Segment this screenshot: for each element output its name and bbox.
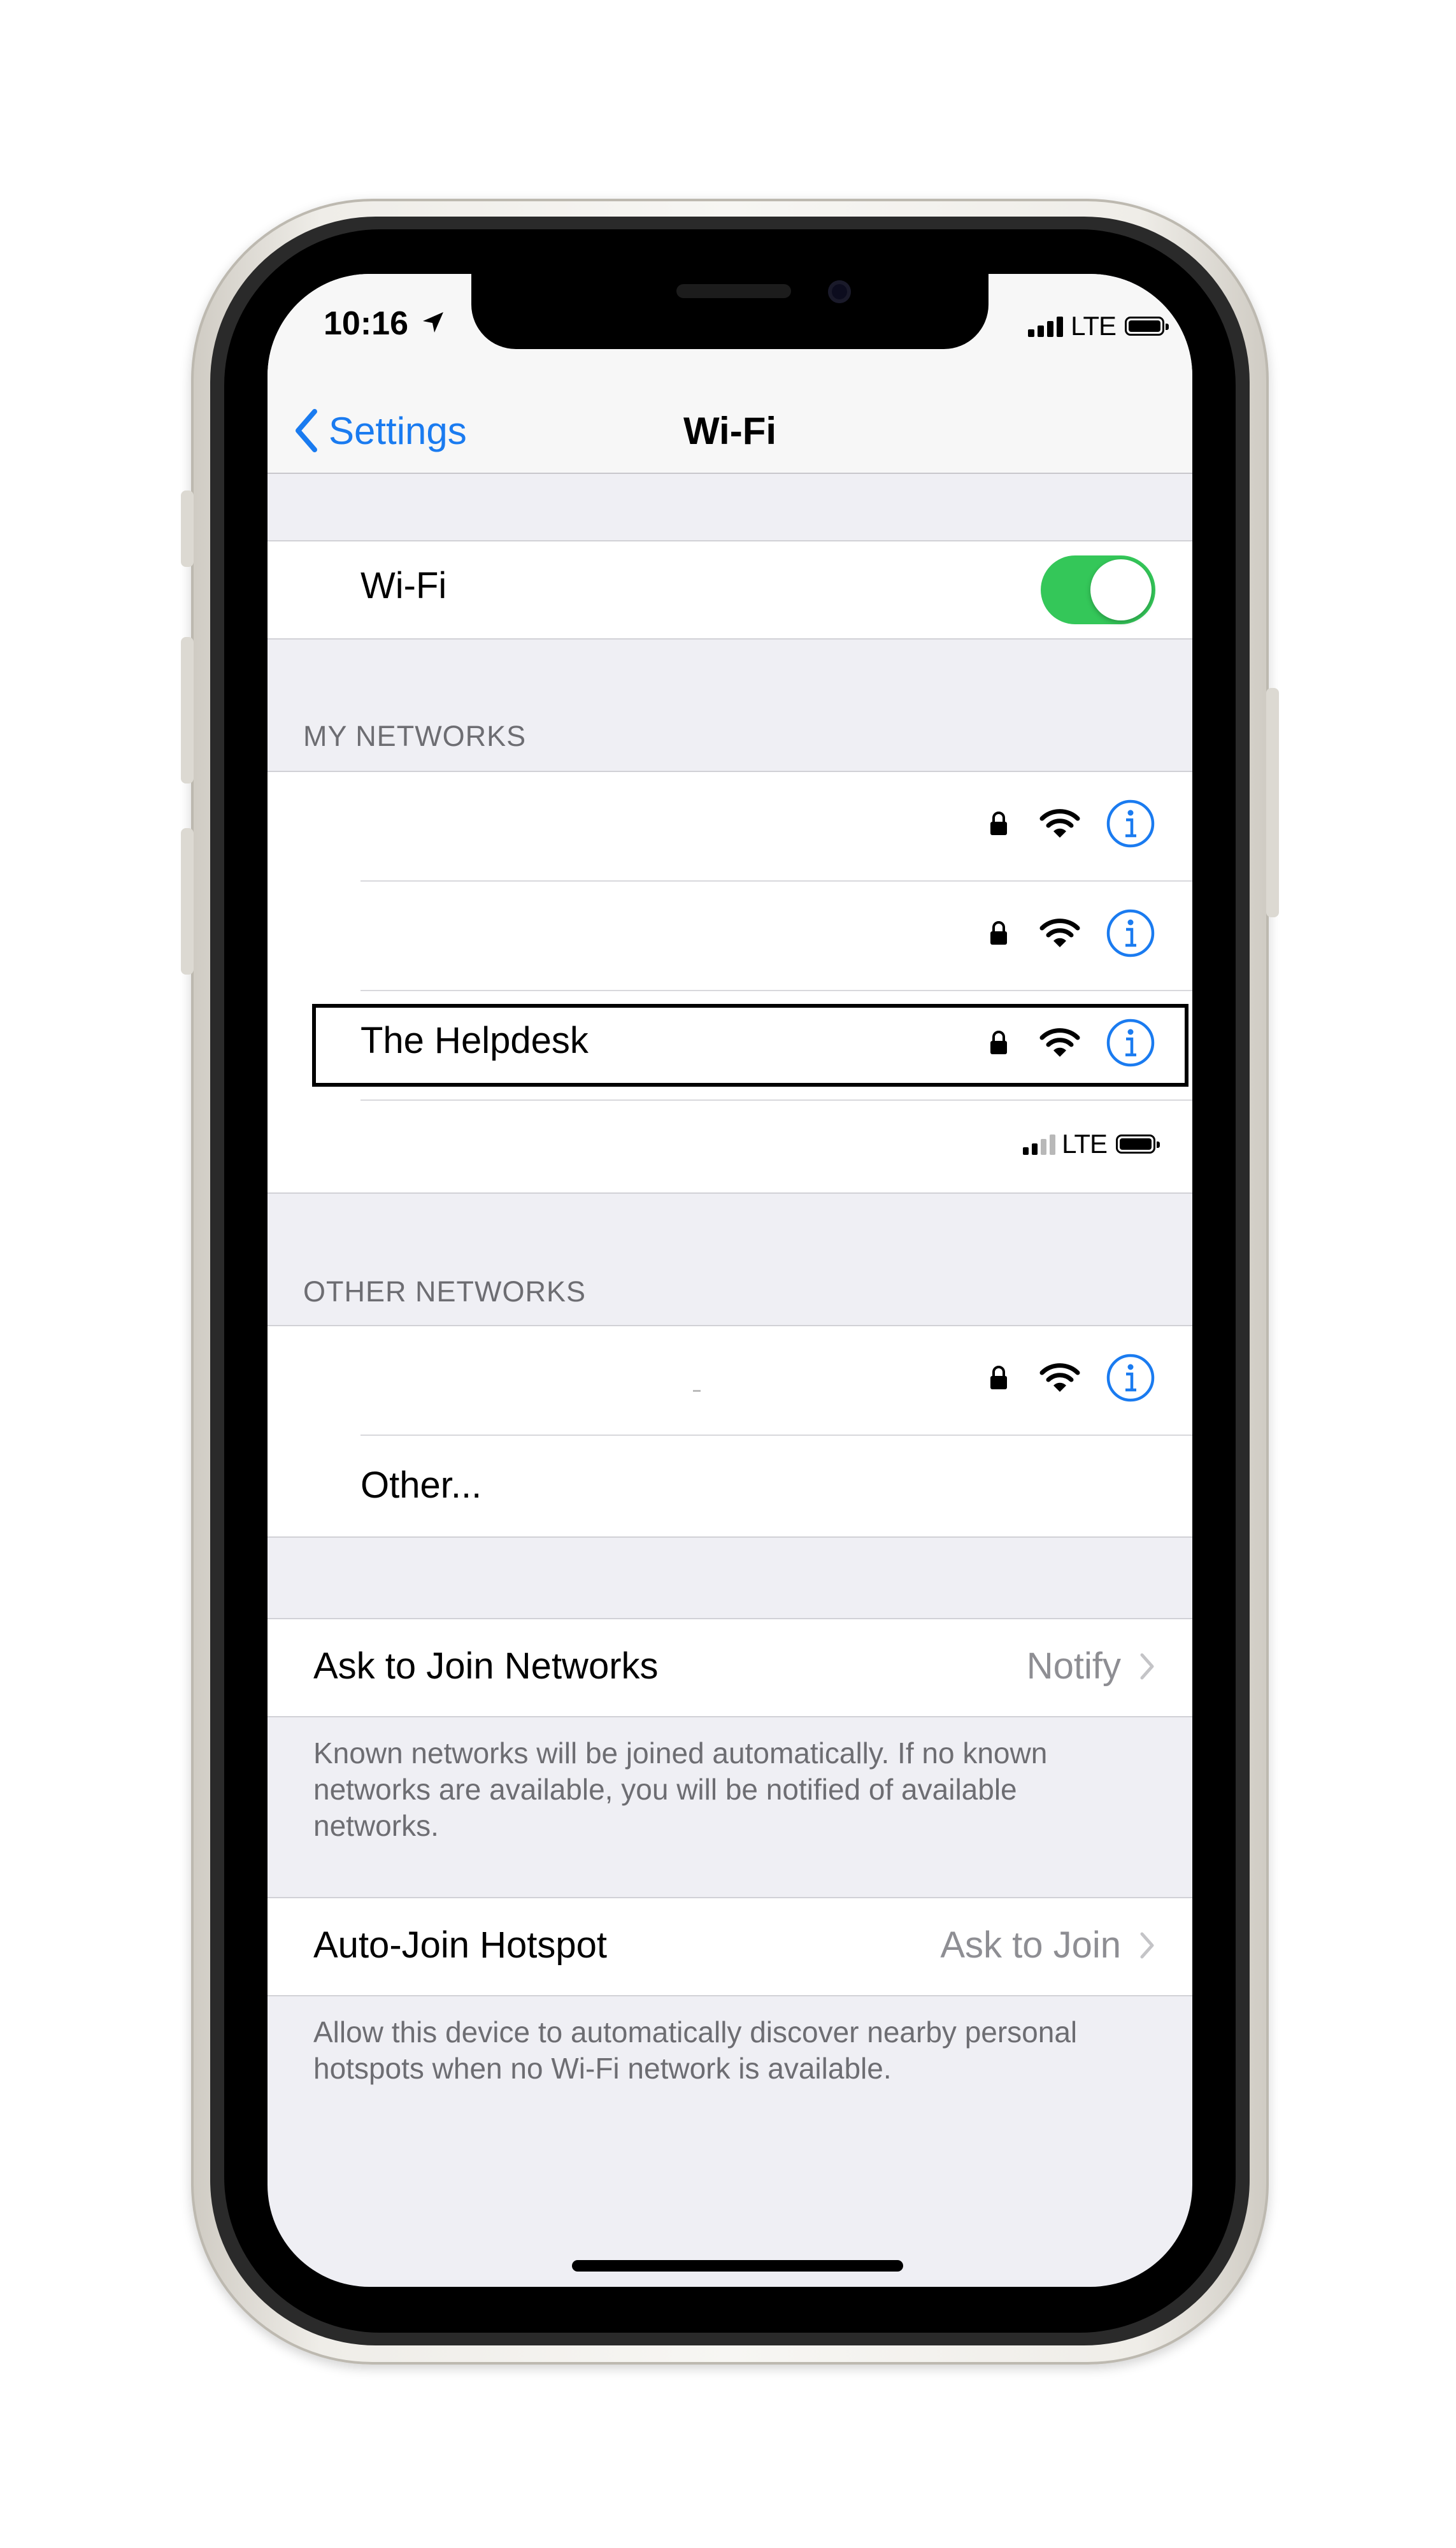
side-button: [1266, 688, 1279, 917]
status-time: 10:16: [324, 305, 408, 342]
toggle-knob: [1090, 559, 1152, 620]
wifi-toggle-group: Wi-Fi: [268, 540, 1192, 640]
other-network-label: Other...: [360, 1464, 482, 1506]
network-icons: [989, 908, 1155, 958]
my-networks-list: The Helpdesk LTE: [268, 771, 1192, 1194]
chevron-right-icon: [1140, 1653, 1154, 1679]
wifi-toggle-label: Wi-Fi: [360, 565, 447, 606]
screen: 10:16 LTE Settings Wi-Fi Wi-Fi MY NETWOR…: [268, 274, 1192, 2287]
network-name: The Helpdesk: [360, 1020, 589, 1061]
network-row-the-helpdesk[interactable]: The Helpdesk: [268, 991, 1192, 1101]
network-icons: [989, 1353, 1155, 1403]
wifi-toggle-switch[interactable]: [1041, 555, 1155, 624]
front-camera: [828, 280, 851, 303]
info-icon[interactable]: [1106, 908, 1155, 958]
auto-join-hotspot-row[interactable]: Auto-Join Hotspot Ask to Join: [268, 1898, 1192, 1995]
info-icon[interactable]: [1106, 1353, 1155, 1403]
page-title: Wi-Fi: [683, 410, 777, 452]
volume-up-button: [181, 637, 194, 784]
cellular-signal-icon: [1028, 315, 1064, 337]
network-type-label: LTE: [1071, 311, 1117, 341]
hotspot-row[interactable]: LTE: [268, 1101, 1192, 1189]
auto-join-hotspot-value: Ask to Join: [940, 1924, 1121, 1966]
earpiece-speaker: [676, 284, 791, 298]
battery-icon: [1116, 1134, 1160, 1154]
ask-to-join-detail: Notify: [1027, 1645, 1155, 1687]
info-icon[interactable]: [1106, 1018, 1155, 1068]
my-networks-header: MY NETWORKS: [303, 720, 527, 752]
silent-switch: [181, 490, 194, 567]
hotspot-network-type: LTE: [1062, 1129, 1108, 1159]
notch: [471, 274, 989, 349]
wifi-toggle-row: Wi-Fi: [268, 541, 1192, 638]
status-indicators: LTE: [1028, 311, 1169, 341]
auto-join-hotspot-detail: Ask to Join: [940, 1924, 1155, 1966]
network-icons: [989, 799, 1155, 848]
other-network-row[interactable]: Other...: [268, 1436, 1192, 1534]
auto-join-hotspot-group: Auto-Join Hotspot Ask to Join: [268, 1897, 1192, 1996]
ask-to-join-row[interactable]: Ask to Join Networks Notify: [268, 1619, 1192, 1716]
ask-to-join-label: Ask to Join Networks: [313, 1645, 659, 1687]
lock-icon: [990, 1366, 1007, 1389]
network-icons: [989, 1018, 1155, 1068]
other-networks-list: Other...: [268, 1325, 1192, 1538]
network-row[interactable]: [268, 772, 1192, 882]
redaction-mark: [693, 1390, 701, 1392]
auto-join-hotspot-label: Auto-Join Hotspot: [313, 1924, 608, 1966]
info-icon[interactable]: [1106, 799, 1155, 848]
hotspot-icons: LTE: [1023, 1129, 1160, 1159]
lock-icon: [990, 921, 1007, 945]
navigation-bar: Settings Wi-Fi: [268, 350, 1192, 474]
battery-icon: [1125, 317, 1169, 336]
ask-to-join-group: Ask to Join Networks Notify: [268, 1618, 1192, 1717]
lock-icon: [990, 812, 1007, 835]
auto-join-hotspot-footer: Allow this device to automatically disco…: [313, 2015, 1078, 2085]
wifi-icon: [1039, 1028, 1080, 1057]
lock-icon: [990, 1031, 1007, 1054]
volume-down-button: [181, 828, 194, 975]
network-row[interactable]: [268, 1326, 1192, 1436]
other-networks-header: OTHER NETWORKS: [303, 1275, 587, 1308]
wifi-icon: [1039, 809, 1080, 838]
wifi-icon: [1039, 919, 1080, 947]
wifi-icon: [1039, 1363, 1080, 1392]
home-indicator[interactable]: [572, 2260, 903, 2272]
cellular-signal-icon: [1023, 1133, 1056, 1155]
chevron-right-icon: [1140, 1932, 1154, 1958]
network-row[interactable]: [268, 882, 1192, 991]
location-arrow-icon: [423, 312, 443, 333]
ask-to-join-footer: Known networks will be joined automatica…: [313, 1736, 1048, 1842]
ask-to-join-value: Notify: [1026, 1645, 1121, 1687]
